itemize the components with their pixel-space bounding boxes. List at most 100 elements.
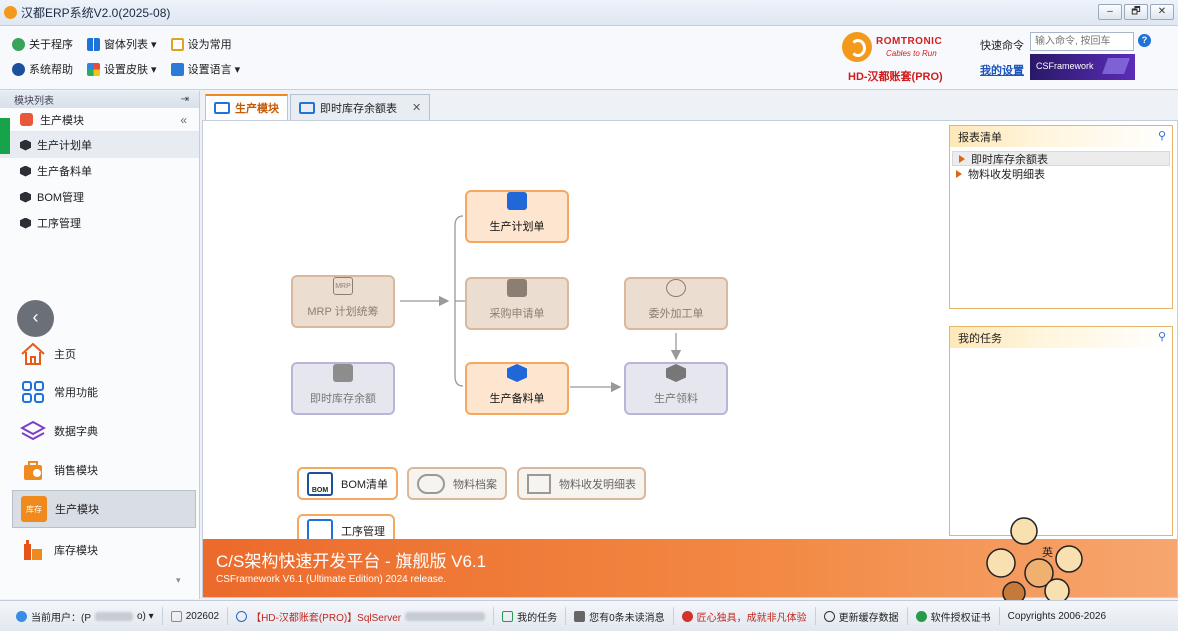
minimize-button[interactable]: –: [1098, 4, 1122, 20]
sidebar-item-production-plan[interactable]: 生产计划单: [0, 132, 199, 158]
sidebar-item-process[interactable]: 工序管理: [0, 210, 199, 236]
nav-data-dictionary[interactable]: 数据字典: [12, 412, 196, 450]
nav-label: 销售模块: [54, 465, 98, 477]
quick-command-label: 快速命令: [980, 40, 1024, 52]
back-button[interactable]: ‹: [17, 300, 54, 337]
search-icon[interactable]: ⚲: [1158, 330, 1166, 343]
expand-arrow-icon: [956, 169, 962, 178]
tasks-panel-title: 我的任务: [958, 332, 1002, 345]
status-copyright: Copyrights 2006-2026: [1000, 607, 1114, 625]
search-icon[interactable]: ⚲: [1158, 129, 1166, 142]
report-item-inventory-balance[interactable]: 即时库存余额表: [952, 151, 1170, 166]
sidebar-item-material-prep[interactable]: 生产备料单: [0, 158, 199, 184]
help-button[interactable]: 系统帮助: [12, 61, 73, 77]
flow-outsource[interactable]: 委外加工单: [624, 277, 728, 330]
status-bar: 当前用户：(P o) ▾ 202602 【HD-汉都账套(PRO)】SqlSer…: [0, 600, 1178, 631]
flow-instant-stock[interactable]: 即时库存余额: [291, 362, 395, 415]
task-icon: [502, 610, 514, 622]
flow-label: 生产计划单: [489, 221, 545, 233]
tab-close-icon[interactable]: ✕: [412, 101, 421, 114]
status-period[interactable]: 202602: [163, 607, 229, 625]
period-label: 202602: [185, 610, 220, 622]
nav-label: 生产模块: [55, 504, 99, 516]
flow-production-plan[interactable]: 生产计划单: [465, 190, 569, 243]
quick-command-input[interactable]: [1030, 32, 1134, 51]
shortcut-label: 物料收发明细表: [559, 478, 636, 491]
status-license[interactable]: 软件授权证书: [908, 607, 1000, 625]
nav-label: 库存模块: [54, 545, 98, 557]
csframework-banner: CSFramework: [1030, 54, 1135, 80]
flow-label: 生产领料: [654, 393, 698, 405]
restore-button[interactable]: 🗗: [1124, 4, 1148, 20]
nav-inventory-module[interactable]: 库存模块: [12, 531, 196, 569]
flow-label: MRP 计划统筹: [307, 306, 379, 318]
app-logo-icon: [4, 6, 17, 19]
pin-icon[interactable]: ⇥: [181, 94, 189, 105]
report-label: 物料收发明细表: [968, 168, 1045, 181]
close-button[interactable]: ✕: [1150, 4, 1174, 20]
sidebar-item-label: BOM管理: [37, 192, 85, 204]
company-logo: ROMTRONIC Cables to Run HD-汉都账套(PRO): [840, 28, 958, 86]
skin-button[interactable]: 设置皮肤 ▾: [87, 61, 157, 77]
copyright-label: Copyrights 2006-2026: [1007, 610, 1107, 622]
language-label: 设置语言 ▾: [187, 64, 241, 76]
refresh-label: 更新缓存数据: [838, 612, 899, 624]
flow-material-issue[interactable]: 生产领料: [624, 362, 728, 415]
quick-help-icon[interactable]: ?: [1138, 34, 1151, 47]
main-content: MRP MRP 计划统筹 生产计划单 采购申请单 生产备料单 委外加工单 生产领…: [202, 120, 1178, 605]
skin-grid-icon: [87, 62, 100, 76]
tab-production-module[interactable]: 生产模块: [205, 94, 288, 120]
language-button[interactable]: 设置语言 ▾: [170, 61, 241, 77]
nav-sales-module[interactable]: 销售模块: [12, 451, 196, 489]
status-refresh-cache[interactable]: 更新缓存数据: [816, 607, 908, 625]
sales-bag-icon: [20, 457, 46, 483]
tab-inventory-balance[interactable]: 即时库存余额表 ✕: [290, 94, 431, 120]
reports-panel-title: 报表清单: [958, 131, 1002, 144]
reports-panel-header: 报表清单 ⚲: [950, 126, 1172, 147]
flow-material-prep[interactable]: 生产备料单: [465, 362, 569, 415]
skin-label: 设置皮肤 ▾: [104, 64, 157, 76]
my-settings-link[interactable]: 我的设置: [980, 62, 1024, 78]
nav-common-functions[interactable]: 常用功能: [12, 373, 196, 411]
shortcut-bom-list[interactable]: BOM BOM清单: [297, 467, 399, 500]
window-list-button[interactable]: 窗体列表 ▾: [87, 36, 157, 52]
sidebar-item-bom[interactable]: BOM管理: [0, 184, 199, 210]
report-item-material-flow[interactable]: 物料收发明细表: [950, 166, 1172, 181]
sidebar-item-label: 生产计划单: [37, 140, 92, 152]
shortcut-material-archive[interactable]: 物料档案: [407, 467, 507, 500]
production-module-icon: [20, 113, 33, 126]
cube-icon: [20, 165, 31, 177]
report-label: 即时库存余额表: [971, 153, 1048, 166]
banner-title: C/S架构快速开发平台 - 旗舰版 V6.1: [216, 552, 487, 571]
help-label: 系统帮助: [29, 64, 73, 76]
current-module-label: 生产模块: [40, 114, 84, 127]
collapse-icon[interactable]: «: [180, 113, 187, 127]
nav-production-module[interactable]: 库存 生产模块: [12, 490, 196, 528]
status-current-user[interactable]: 当前用户：(P o) ▾: [0, 607, 163, 625]
set-favorite-button[interactable]: 设为常用: [170, 36, 232, 52]
toolbar-row-1: 关于程序 窗体列表 ▾ 设为常用: [12, 36, 232, 52]
current-module[interactable]: 生产模块 «: [0, 108, 199, 132]
flow-purchase-request[interactable]: 采购申请单: [465, 277, 569, 330]
module-sidebar: 模块列表 ⇥ 生产模块 « 生产计划单 生产备料单 BOM管理 工序管理 ‹ 主…: [0, 91, 200, 599]
status-database[interactable]: 【HD-汉都账套(PRO)】SqlServer: [228, 607, 495, 625]
mascot-text: 英: [1042, 545, 1053, 559]
tab-label: 生产模块: [235, 103, 279, 115]
shortcut-material-flow[interactable]: 物料收发明细表: [517, 467, 646, 500]
messages-label: 您有0条未读消息: [589, 612, 665, 624]
tab-strip: 生产模块 即时库存余额表 ✕: [202, 91, 1178, 120]
redacted-username: [95, 611, 133, 621]
status-messages[interactable]: 您有0条未读消息: [566, 607, 674, 625]
cube-icon: [20, 217, 31, 229]
nav-home[interactable]: 主页: [12, 335, 196, 373]
scroll-down-icon[interactable]: ▾: [176, 575, 181, 586]
redacted-server: [405, 611, 486, 621]
about-button[interactable]: 关于程序: [12, 36, 73, 52]
title-bar: 汉都ERP系统V2.0(2025-08) – 🗗 ✕: [0, 0, 1178, 26]
database-label: 【HD-汉都账套(PRO)】SqlServer: [251, 612, 402, 624]
set-favorite-label: 设为常用: [187, 39, 232, 51]
account-set-name: HD-汉都账套(PRO): [848, 71, 943, 83]
status-my-tasks[interactable]: 我的任务: [494, 607, 567, 625]
flow-mrp[interactable]: MRP MRP 计划统筹: [291, 275, 395, 328]
stock-box-icon: [333, 364, 353, 382]
